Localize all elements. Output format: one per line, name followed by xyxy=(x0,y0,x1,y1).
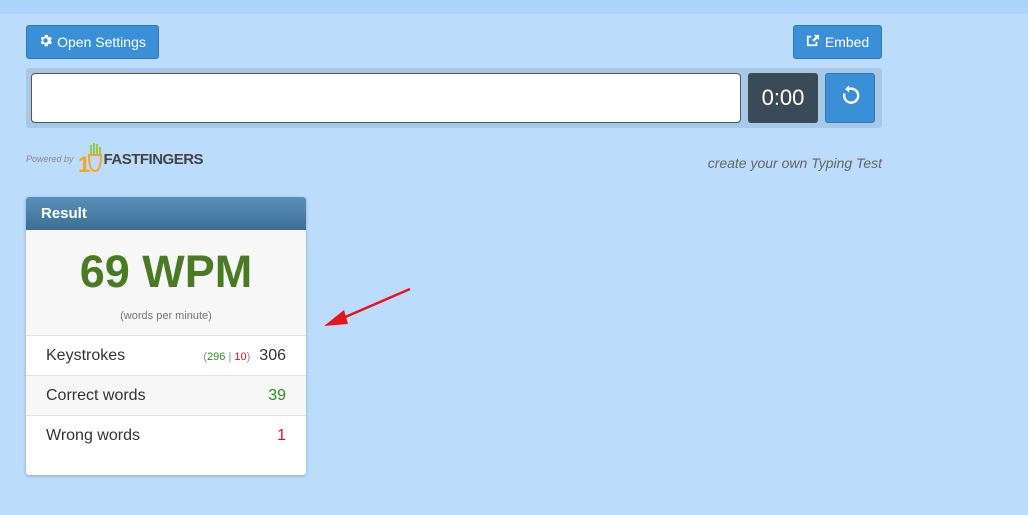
wrong-words-value: 1 xyxy=(277,427,286,444)
reload-button[interactable] xyxy=(825,73,875,123)
embed-button[interactable]: Embed xyxy=(793,25,882,59)
logo-wordmark: FASTFINGERS xyxy=(103,150,204,168)
keystrokes-row: Keystrokes (296 | 10) 306 xyxy=(26,336,306,376)
keystrokes-breakdown: (296 | 10) xyxy=(203,350,251,363)
keystrokes-total: 306 xyxy=(259,346,286,364)
typing-input[interactable] xyxy=(31,73,741,123)
fastfingers-logo: 1 FASTFINGERS xyxy=(78,143,204,175)
wpm-area: 69 WPM (words per minute) xyxy=(26,230,306,336)
powered-by[interactable]: Powered by 1 FASTFINGERS xyxy=(26,143,204,175)
result-panel: Result 69 WPM (words per minute) Keystro… xyxy=(26,197,306,475)
result-title: Result xyxy=(26,197,306,230)
wpm-subtitle: (words per minute) xyxy=(120,310,212,322)
keystrokes-correct: 296 xyxy=(207,350,226,363)
wrong-words-label: Wrong words xyxy=(46,427,140,444)
powered-by-text: Powered by xyxy=(26,154,74,164)
correct-words-label: Correct words xyxy=(46,386,146,404)
wpm-value: 69 WPM xyxy=(79,246,253,297)
keystrokes-wrong: 10 xyxy=(234,350,247,363)
embed-label: Embed xyxy=(824,34,870,50)
keystrokes-separator: | xyxy=(228,350,232,363)
keystrokes-label: Keystrokes xyxy=(46,346,126,364)
top-strip xyxy=(0,0,1028,14)
open-settings-label: Open Settings xyxy=(57,34,146,50)
share-icon xyxy=(806,34,820,50)
keystrokes-values: (296 | 10) 306 xyxy=(203,347,286,365)
timer: 0:00 xyxy=(748,73,818,123)
open-settings-button[interactable]: Open Settings xyxy=(26,25,159,59)
wrong-words-row: Wrong words 1 xyxy=(26,416,306,456)
reload-icon xyxy=(838,84,862,113)
create-typing-test-link[interactable]: create your own Typing Test xyxy=(708,155,882,171)
gear-icon xyxy=(39,34,53,50)
red-arrow-icon xyxy=(324,287,411,326)
correct-words-row: Correct words 39 xyxy=(26,376,306,416)
correct-words-value: 39 xyxy=(268,386,286,404)
